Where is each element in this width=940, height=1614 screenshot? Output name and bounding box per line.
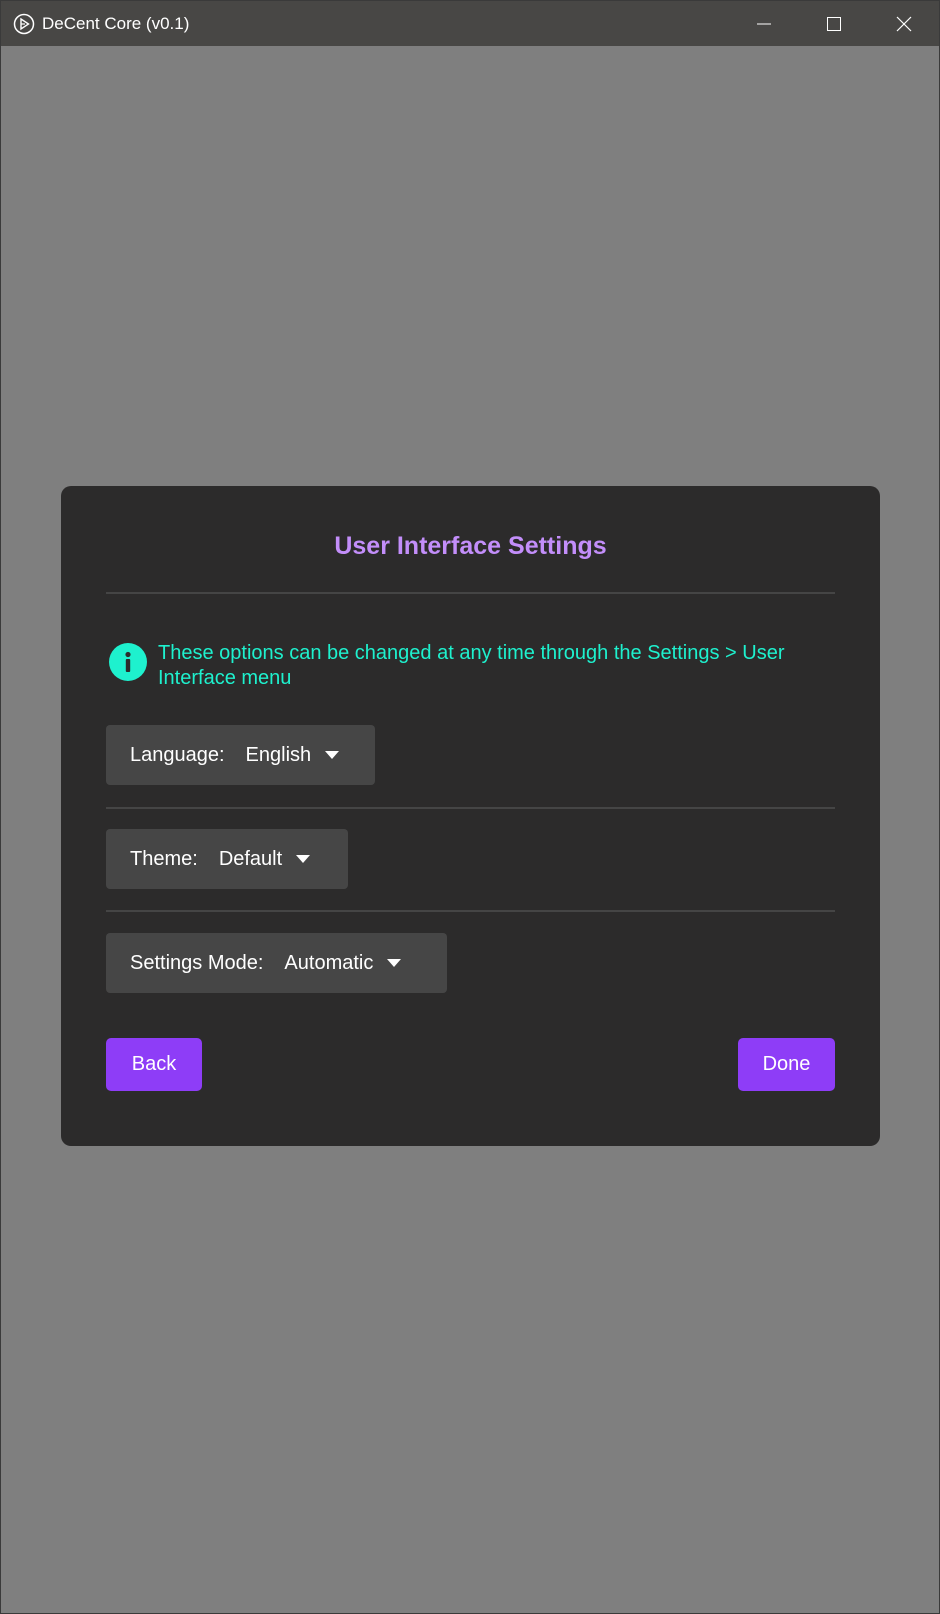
back-button[interactable]: Back: [106, 1038, 202, 1091]
theme-value: Default: [218, 847, 283, 870]
window-controls: [729, 1, 939, 46]
settings-mode-label: Settings Mode:: [130, 951, 264, 974]
done-button[interactable]: Done: [738, 1038, 835, 1091]
theme-divider: [106, 910, 835, 912]
info-icon: [109, 643, 147, 681]
info-text: These options can be changed at any time…: [158, 642, 785, 689]
theme-select[interactable]: Theme: Default: [106, 829, 348, 889]
language-select[interactable]: Language: English: [106, 725, 375, 785]
window-title: DeCent Core (v0.1): [42, 13, 190, 33]
title-divider: [106, 592, 835, 594]
app-window: DeCent Core (v0.1) User Interface Settin…: [0, 0, 940, 1614]
minimize-button[interactable]: [729, 1, 799, 46]
ui-settings-dialog: User Interface Settings These options ca…: [61, 486, 880, 1146]
info-notice: These options can be changed at any time…: [109, 641, 829, 691]
maximize-icon: [827, 16, 841, 31]
dialog-title: User Interface Settings: [334, 532, 607, 560]
close-icon: [896, 16, 912, 31]
language-label: Language:: [130, 743, 225, 766]
close-button[interactable]: [869, 1, 939, 46]
minimize-icon: [757, 23, 771, 24]
language-divider: [106, 807, 835, 809]
title-bar[interactable]: DeCent Core (v0.1): [1, 1, 939, 46]
settings-mode-select[interactable]: Settings Mode: Automatic: [106, 933, 447, 993]
language-value: English: [245, 743, 312, 766]
chevron-down-icon: [296, 855, 311, 863]
chevron-down-icon: [325, 751, 340, 759]
theme-label: Theme:: [130, 847, 198, 870]
maximize-button[interactable]: [799, 1, 869, 46]
app-logo-icon: [13, 13, 35, 35]
settings-mode-value: Automatic: [284, 951, 374, 974]
chevron-down-icon: [387, 959, 402, 967]
